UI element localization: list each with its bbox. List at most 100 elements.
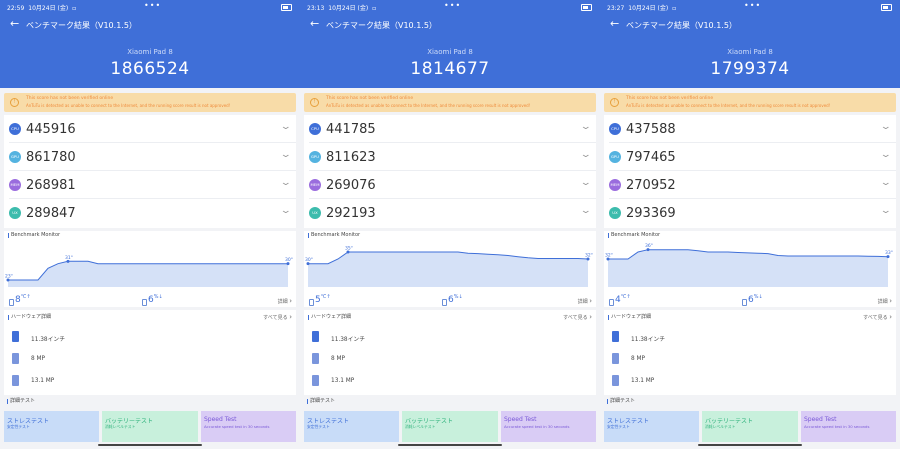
battery-test-tile[interactable]: バッテリーテスト 消耗レベルテスト — [102, 411, 198, 442]
status-bar: 23:27 10月24日 (金) ▫ — [607, 3, 676, 12]
temperature-rise: 5℃↑ — [315, 294, 331, 305]
back-arrow-icon[interactable]: ← — [610, 17, 619, 30]
score-row-gpu[interactable]: GPU 811623 ⌄ — [304, 143, 596, 171]
stress-test-tile[interactable]: ストレステスト 安定性テスト — [4, 411, 99, 442]
back-arrow-icon[interactable]: ← — [310, 17, 319, 30]
cpu-score: 445916 — [26, 122, 76, 137]
hw-item-display: 11.38インチ — [304, 327, 596, 349]
rear-camera-resolution: 13.1 MP — [331, 378, 355, 384]
thermometer-icon — [9, 299, 14, 306]
speed-test-tile[interactable]: Speed Test Accurate speed test in 30 sec… — [501, 411, 596, 442]
chevron-right-icon: › — [589, 313, 592, 321]
benchmark-monitor: Benchmark Monitor 32° 36° 33° 4℃↑ 6%↓ 詳細… — [604, 231, 896, 307]
hw-item-rear-camera: 13.1 MP — [304, 371, 596, 393]
stress-test-tile[interactable]: ストレステスト 安定性テスト — [304, 411, 399, 442]
chevron-down-icon[interactable]: ⌄ — [880, 178, 892, 188]
battery-test-subtitle: 消耗レベルテスト — [105, 424, 136, 429]
chevron-down-icon[interactable]: ⌄ — [280, 178, 292, 188]
monitor-detail-link[interactable]: 詳細 › — [578, 297, 592, 305]
battery-drop-unit: %↓ — [453, 294, 463, 300]
see-all-link[interactable]: すべて見る › — [263, 313, 292, 321]
display-size: 11.38インチ — [331, 337, 365, 343]
temperature-rise-unit: ℃↑ — [320, 294, 331, 300]
notification-icon: ▫ — [372, 5, 377, 12]
device-name: Xiaomi Pad 8 — [427, 48, 473, 56]
score-row-ux[interactable]: UX 289847 ⌄ — [4, 199, 296, 227]
stress-test-tile[interactable]: ストレステスト 安定性テスト — [604, 411, 699, 442]
more-tests-title: 詳細テスト — [607, 399, 635, 404]
mem-badge-icon: MEM — [309, 179, 321, 191]
speed-test-subtitle: Accurate speed test in 30 seconds — [804, 424, 870, 429]
chevron-down-icon[interactable]: ⌄ — [280, 206, 292, 216]
chevron-down-icon[interactable]: ⌄ — [580, 150, 592, 160]
chevron-down-icon[interactable]: ⌄ — [880, 150, 892, 160]
temperature-rise: 8℃↑ — [15, 294, 31, 305]
hardware-details: ハードウェア詳細 すべて見る › 11.38インチ 8 MP 13.1 MP — [604, 310, 896, 395]
temperature-rise: 4℃↑ — [615, 294, 631, 305]
score-breakdown: CPU 441785 ⌄ GPU 811623 ⌄ MEM 269076 ⌄ U… — [304, 115, 596, 228]
monitor-detail-link[interactable]: 詳細 › — [278, 297, 292, 305]
home-indicator[interactable] — [698, 444, 802, 446]
see-all-link[interactable]: すべて見る › — [863, 313, 892, 321]
score-row-mem[interactable]: MEM 269076 ⌄ — [304, 171, 596, 199]
battery-test-tile[interactable]: バッテリーテスト 消耗レベルテスト — [402, 411, 498, 442]
see-all-link[interactable]: すべて見る › — [563, 313, 592, 321]
cpu-badge-icon: CPU — [9, 123, 21, 135]
screenshot-collage: 22:59 10月24日 (金) ▫ ••• ← ベンチマーク結果（V10.1.5）… — [0, 0, 900, 449]
hardware-details: ハードウェア詳細 すべて見る › 11.38インチ 8 MP 13.1 MP — [4, 310, 296, 395]
home-indicator[interactable] — [398, 444, 502, 446]
speed-test-tile[interactable]: Speed Test Accurate speed test in 30 sec… — [201, 411, 296, 442]
tablet-icon — [312, 331, 319, 342]
result-header: 23:27 10月24日 (金) ▫ ••• ← ベンチマーク結果（V10.1.5）… — [600, 0, 900, 88]
gpu-badge-icon: GPU — [609, 151, 621, 163]
score-row-ux[interactable]: UX 292193 ⌄ — [304, 199, 596, 227]
speed-test-title: Speed Test — [504, 416, 537, 423]
status-bar: 23:13 10月24日 (金) ▫ — [307, 3, 376, 12]
score-row-cpu[interactable]: CPU 445916 ⌄ — [4, 115, 296, 143]
rear-camera-resolution: 13.1 MP — [631, 378, 655, 384]
score-row-cpu[interactable]: CPU 441785 ⌄ — [304, 115, 596, 143]
chevron-down-icon[interactable]: ⌄ — [280, 150, 292, 160]
result-header: 23:13 10月24日 (金) ▫ ••• ← ベンチマーク結果（V10.1.5）… — [300, 0, 600, 88]
gpu-badge-icon: GPU — [9, 151, 21, 163]
warning-detail: AnTuTu is detected as unable to connect … — [326, 103, 531, 108]
chevron-down-icon[interactable]: ⌄ — [880, 122, 892, 132]
mem-badge-icon: MEM — [9, 179, 21, 191]
back-arrow-icon[interactable]: ← — [10, 17, 19, 30]
battery-icon — [281, 4, 292, 11]
chevron-down-icon[interactable]: ⌄ — [580, 122, 592, 132]
notification-icon: ▫ — [72, 5, 77, 12]
score-row-gpu[interactable]: GPU 861780 ⌄ — [4, 143, 296, 171]
battery-level-icon — [442, 299, 447, 306]
chevron-down-icon[interactable]: ⌄ — [880, 206, 892, 216]
chevron-down-icon[interactable]: ⌄ — [580, 206, 592, 216]
battery-drop-unit: %↓ — [753, 294, 763, 300]
home-indicator[interactable] — [98, 444, 202, 446]
score-row-gpu[interactable]: GPU 797465 ⌄ — [604, 143, 896, 171]
mem-badge-icon: MEM — [609, 179, 621, 191]
monitor-detail-link[interactable]: 詳細 › — [878, 297, 892, 305]
warning-icon: ! — [310, 98, 319, 107]
chevron-down-icon[interactable]: ⌄ — [280, 122, 292, 132]
battery-test-tile[interactable]: バッテリーテスト 消耗レベルテスト — [702, 411, 798, 442]
battery-test-subtitle: 消耗レベルテスト — [405, 424, 436, 429]
hw-item-front-camera: 8 MP — [604, 349, 896, 371]
temperature-area — [8, 261, 288, 287]
warning-title: This score has not been verified online — [626, 96, 714, 101]
score-row-mem[interactable]: MEM 268981 ⌄ — [4, 171, 296, 199]
end-temp-label: 33° — [885, 250, 893, 256]
verification-warning: ! This score has not been verified onlin… — [604, 93, 896, 112]
speed-test-tile[interactable]: Speed Test Accurate speed test in 30 sec… — [801, 411, 896, 442]
score-row-mem[interactable]: MEM 270952 ⌄ — [604, 171, 896, 199]
benchmark-result-screen: 23:13 10月24日 (金) ▫ ••• ← ベンチマーク結果（V10.1.5）… — [300, 0, 600, 449]
rear-camera-icon — [612, 375, 619, 386]
front-camera-resolution: 8 MP — [331, 356, 346, 362]
score-row-ux[interactable]: UX 293369 ⌄ — [604, 199, 896, 227]
score-row-cpu[interactable]: CPU 437588 ⌄ — [604, 115, 896, 143]
see-all-label: すべて見る — [263, 315, 288, 321]
warning-icon: ! — [10, 98, 19, 107]
mem-score: 269076 — [326, 178, 376, 193]
chevron-down-icon[interactable]: ⌄ — [580, 178, 592, 188]
rear-camera-resolution: 13.1 MP — [31, 378, 55, 384]
cpu-score: 441785 — [326, 122, 376, 137]
